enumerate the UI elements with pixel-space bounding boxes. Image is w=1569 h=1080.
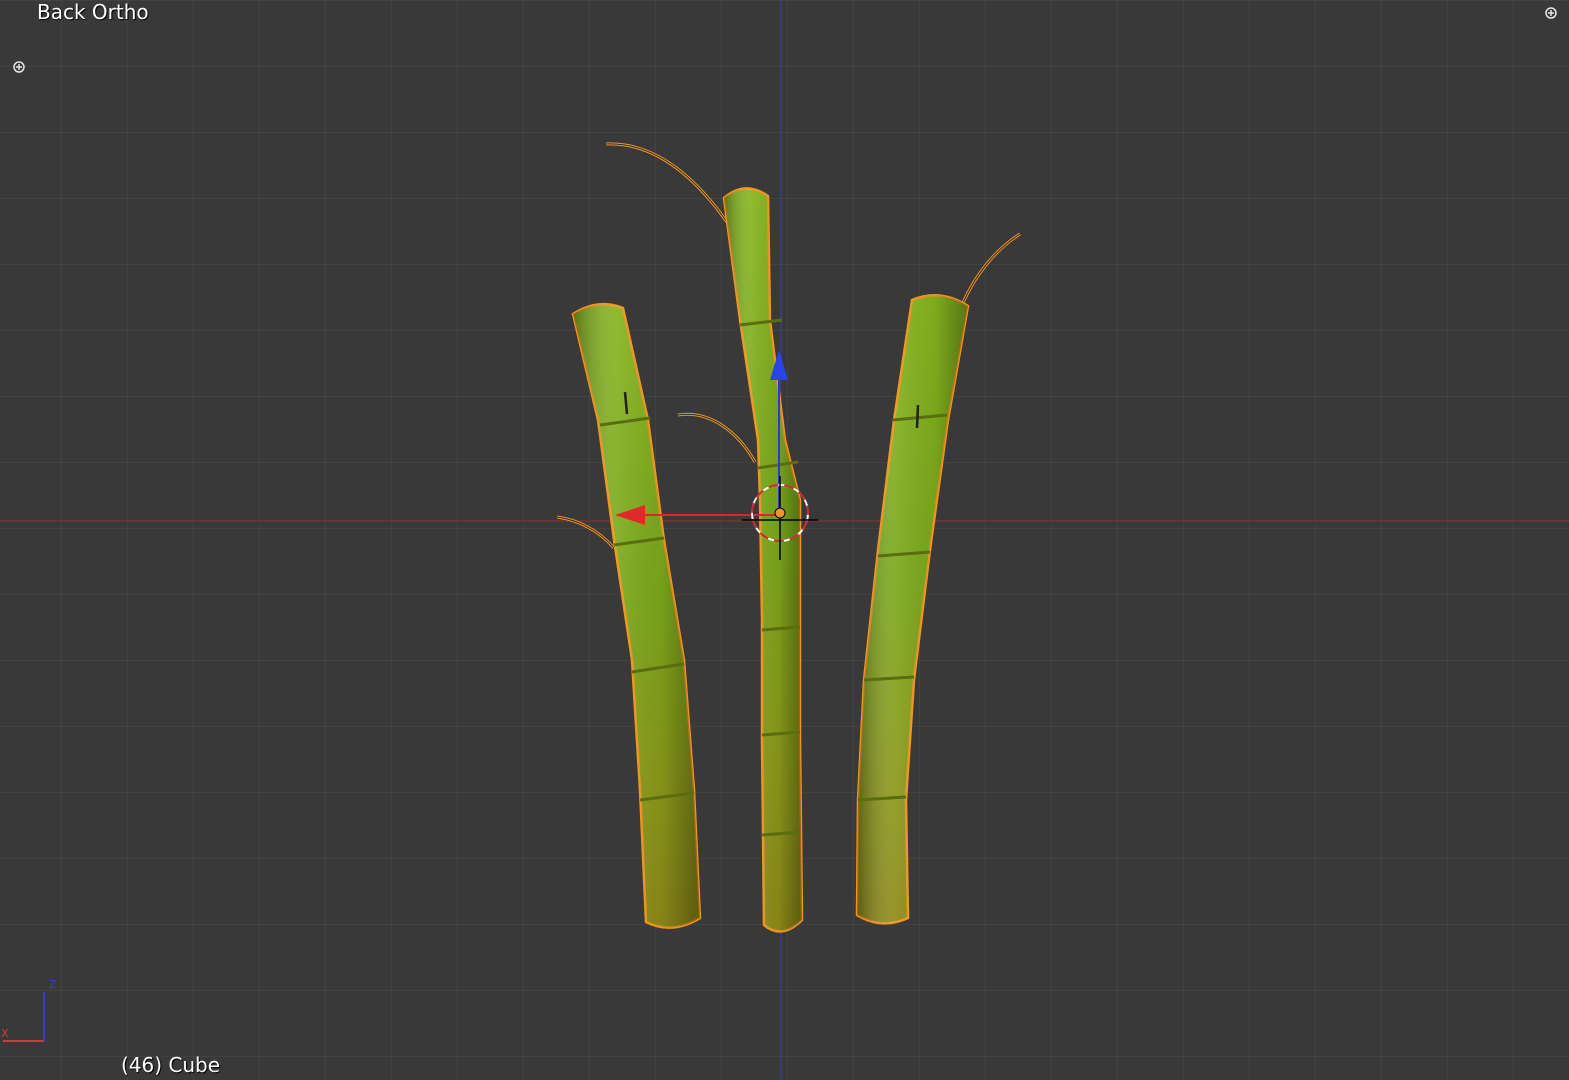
mini-axis-z-label: Z bbox=[49, 978, 57, 991]
bamboo-stalk-right[interactable] bbox=[855, 232, 1021, 925]
mini-axis-gizmo: X Z bbox=[1, 978, 57, 1042]
viewport-scene[interactable]: X Z bbox=[0, 0, 1569, 1080]
object-info: (46) Cube bbox=[121, 1053, 221, 1077]
mini-axis-x-label: X bbox=[1, 1027, 9, 1040]
plus-circle-icon[interactable] bbox=[13, 61, 25, 73]
view-label: Back Ortho bbox=[37, 0, 149, 24]
plus-circle-icon[interactable] bbox=[1545, 7, 1557, 19]
bamboo-stalk-left[interactable] bbox=[556, 142, 729, 929]
3d-viewport[interactable]: X Z Back Ortho (46) Cube bbox=[0, 0, 1569, 1080]
3d-cursor-icon[interactable] bbox=[742, 476, 818, 560]
